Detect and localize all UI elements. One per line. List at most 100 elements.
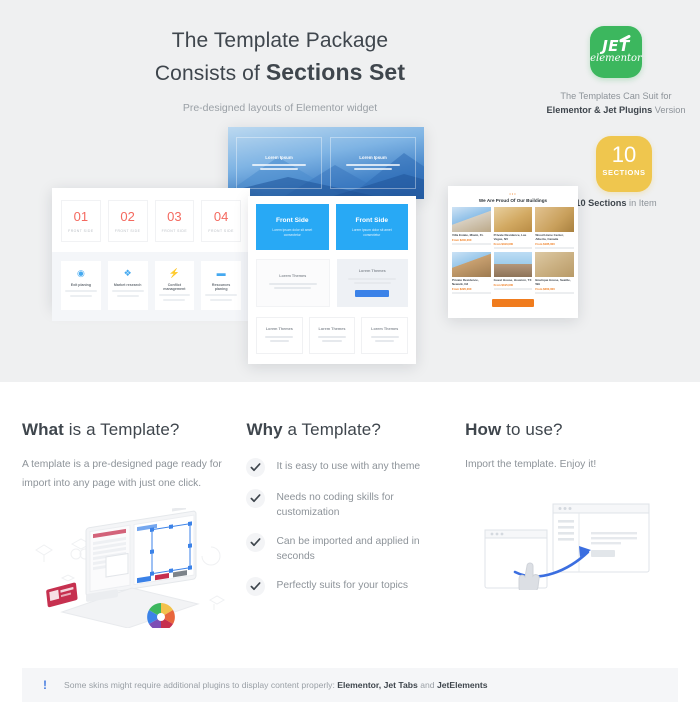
building-item[interactable]: Guest House, Houston, TX From $195,000 bbox=[493, 251, 533, 294]
check-icon bbox=[246, 532, 266, 552]
exclamation-icon: ! bbox=[43, 678, 47, 692]
block-title: Lorem Themes bbox=[318, 327, 346, 331]
frontside-row: Front Side Lorem ipsum dolor sit amet co… bbox=[248, 196, 416, 250]
placeholder-bar bbox=[265, 336, 294, 338]
number-caption: FRONT SIDE bbox=[161, 229, 188, 233]
bottom-block: Lorem Themes bbox=[308, 317, 356, 354]
why-heading: Why a Template? bbox=[246, 420, 465, 440]
frontside-block: Lorem Themes bbox=[256, 259, 330, 307]
sections-count-number: 10 bbox=[611, 142, 637, 167]
notice-text-middle: and bbox=[417, 680, 437, 690]
building-photo bbox=[493, 251, 533, 277]
feature-cell: ⚡ Conflict management bbox=[154, 261, 195, 310]
brand-tagline-line2: Elementor & Jet Plugins Version bbox=[542, 105, 690, 115]
hero-heading-block: The Template Package Consists of Section… bbox=[0, 26, 560, 114]
number-value: 02 bbox=[120, 209, 135, 224]
how-column: How to use? Import the template. Enjoy i… bbox=[465, 420, 678, 657]
number-cell: 02 FRONT SIDE bbox=[107, 200, 148, 242]
what-heading: What is a Template? bbox=[22, 420, 246, 440]
bottom-block: Lorem Themes bbox=[361, 317, 409, 354]
building-photo bbox=[535, 251, 574, 277]
block-title: Lorem Themes bbox=[371, 327, 399, 331]
placeholder-bar bbox=[318, 336, 346, 338]
placeholder-bar bbox=[163, 299, 186, 301]
placeholder-bar bbox=[65, 290, 97, 292]
placeholder-bar bbox=[452, 243, 491, 245]
placeholder-bar bbox=[353, 282, 391, 284]
building-item[interactable]: Boutique House, Seattle, WA From $260,00… bbox=[535, 251, 574, 294]
building-item[interactable]: Villa Estate, Miami, FL From $240,000 bbox=[452, 207, 491, 249]
features-row: ◉ Exit planing ❖ Market research ⚡ Confl… bbox=[52, 252, 250, 321]
design-illustration bbox=[35, 508, 226, 628]
feature-title: Resources planing bbox=[211, 283, 231, 291]
hero-title-line2-prefix: Consists of bbox=[154, 62, 266, 86]
notice-bold-1: Elementor, Jet Tabs bbox=[337, 680, 418, 690]
notice-text-before: Some skins might require additional plug… bbox=[64, 680, 338, 690]
placeholder-bar bbox=[205, 294, 237, 296]
sections-note-bold: 10 Sections bbox=[575, 198, 627, 208]
placeholder-bar bbox=[535, 292, 574, 294]
building-price: From $310,000 bbox=[493, 241, 514, 246]
placeholder-bar bbox=[116, 295, 139, 297]
building-photo bbox=[452, 207, 491, 232]
bolt-icon: ⚡ bbox=[168, 268, 180, 278]
number-cell: 04 FRONT SIDE bbox=[201, 200, 241, 242]
page-root: The Template Package Consists of Section… bbox=[0, 0, 700, 721]
banner-columns: Lorem Ipsum Lorem Ipsum bbox=[236, 137, 416, 189]
number-caption: FRONT SIDE bbox=[114, 229, 141, 233]
buildings-grid: Villa Estate, Miami, FL From $240,000 Pr… bbox=[448, 207, 578, 294]
sections-count-label: SECTIONS bbox=[602, 168, 646, 177]
bottom-block: Lorem Themes bbox=[256, 317, 303, 354]
building-price: From $195,000 bbox=[493, 282, 514, 287]
number-caption: FRONT SIDE bbox=[68, 229, 94, 233]
feature-cell: ▬ Resources planing bbox=[201, 261, 241, 310]
buildings-eyebrow: ••• bbox=[509, 191, 517, 196]
brand-tagline-bold: Elementor & Jet Plugins bbox=[546, 105, 653, 115]
hero-title-line2: Consists of Sections Set bbox=[0, 56, 560, 89]
numbers-row: 01 FRONT SIDE 02 FRONT SIDE 03 FRONT SID… bbox=[52, 188, 250, 252]
sections-count-badge: 10 SECTIONS bbox=[596, 136, 652, 192]
frontside-title: Front Side bbox=[275, 216, 309, 224]
building-price: From $220,000 bbox=[452, 286, 472, 291]
feature-title: Exit planing bbox=[70, 283, 92, 287]
building-photo bbox=[493, 207, 533, 232]
building-caption: Private Residence, Newark, NJ bbox=[452, 277, 479, 286]
building-item[interactable]: Private Residence, Las Vegas, NV From $3… bbox=[493, 207, 533, 249]
building-caption: Boutique House, Seattle, WA bbox=[535, 277, 571, 286]
placeholder-bar bbox=[158, 294, 191, 296]
how-heading-bold: How bbox=[465, 420, 502, 439]
logo-elementor-text: elementor bbox=[590, 53, 642, 64]
number-value: 04 bbox=[213, 209, 229, 224]
building-photo bbox=[452, 251, 491, 277]
frontside-desc: Lorem ipsum dolor sit amet consectetur bbox=[351, 227, 392, 237]
placeholder-bar bbox=[535, 247, 574, 249]
placeholder-bar bbox=[354, 167, 392, 170]
building-price: From $240,000 bbox=[452, 237, 472, 242]
frontside-desc: Lorem ipsum dolor sit amet consectetur bbox=[272, 227, 313, 237]
mockup-buildings-card: ••• We Are Proud Of Our Buildings Villa … bbox=[448, 186, 578, 318]
placeholder-bar bbox=[348, 278, 397, 280]
frontside-title: Front Side bbox=[355, 216, 389, 224]
benefit-text: Can be imported and applied in seconds bbox=[276, 535, 420, 563]
what-heading-rest: is a Template? bbox=[63, 420, 180, 439]
benefit-text: Perfectly suits for your topics bbox=[276, 579, 409, 591]
hero-title-line2-bold: Sections Set bbox=[265, 59, 406, 86]
placeholder-bar bbox=[111, 290, 144, 292]
placeholder-bar bbox=[452, 292, 491, 294]
block-cta-button[interactable] bbox=[355, 290, 390, 297]
building-item[interactable]: Wood Home Center, Alberta, Canada From $… bbox=[535, 207, 574, 249]
why-heading-rest: a Template? bbox=[282, 420, 381, 439]
plugins-notice-text: Some skins might require additional plug… bbox=[64, 680, 488, 690]
placeholder-bar bbox=[268, 283, 317, 285]
placeholder-bar bbox=[493, 288, 533, 290]
buildings-view-all-button[interactable] bbox=[492, 298, 534, 307]
placeholder-bar bbox=[345, 163, 401, 166]
brand-tagline-rest: Version bbox=[652, 105, 686, 115]
list-item: Perfectly suits for your topics bbox=[246, 576, 465, 596]
placeholder-bar bbox=[260, 167, 298, 170]
benefit-text: Needs no coding skills for customization bbox=[276, 492, 394, 519]
building-item[interactable]: Private Residence, Newark, NJ From $220,… bbox=[452, 251, 491, 294]
jet-elementor-logo: JET elementor bbox=[590, 26, 642, 78]
list-item: It is easy to use with any theme bbox=[246, 457, 465, 477]
mockup-numbers-card: 01 FRONT SIDE 02 FRONT SIDE 03 FRONT SID… bbox=[52, 188, 250, 321]
